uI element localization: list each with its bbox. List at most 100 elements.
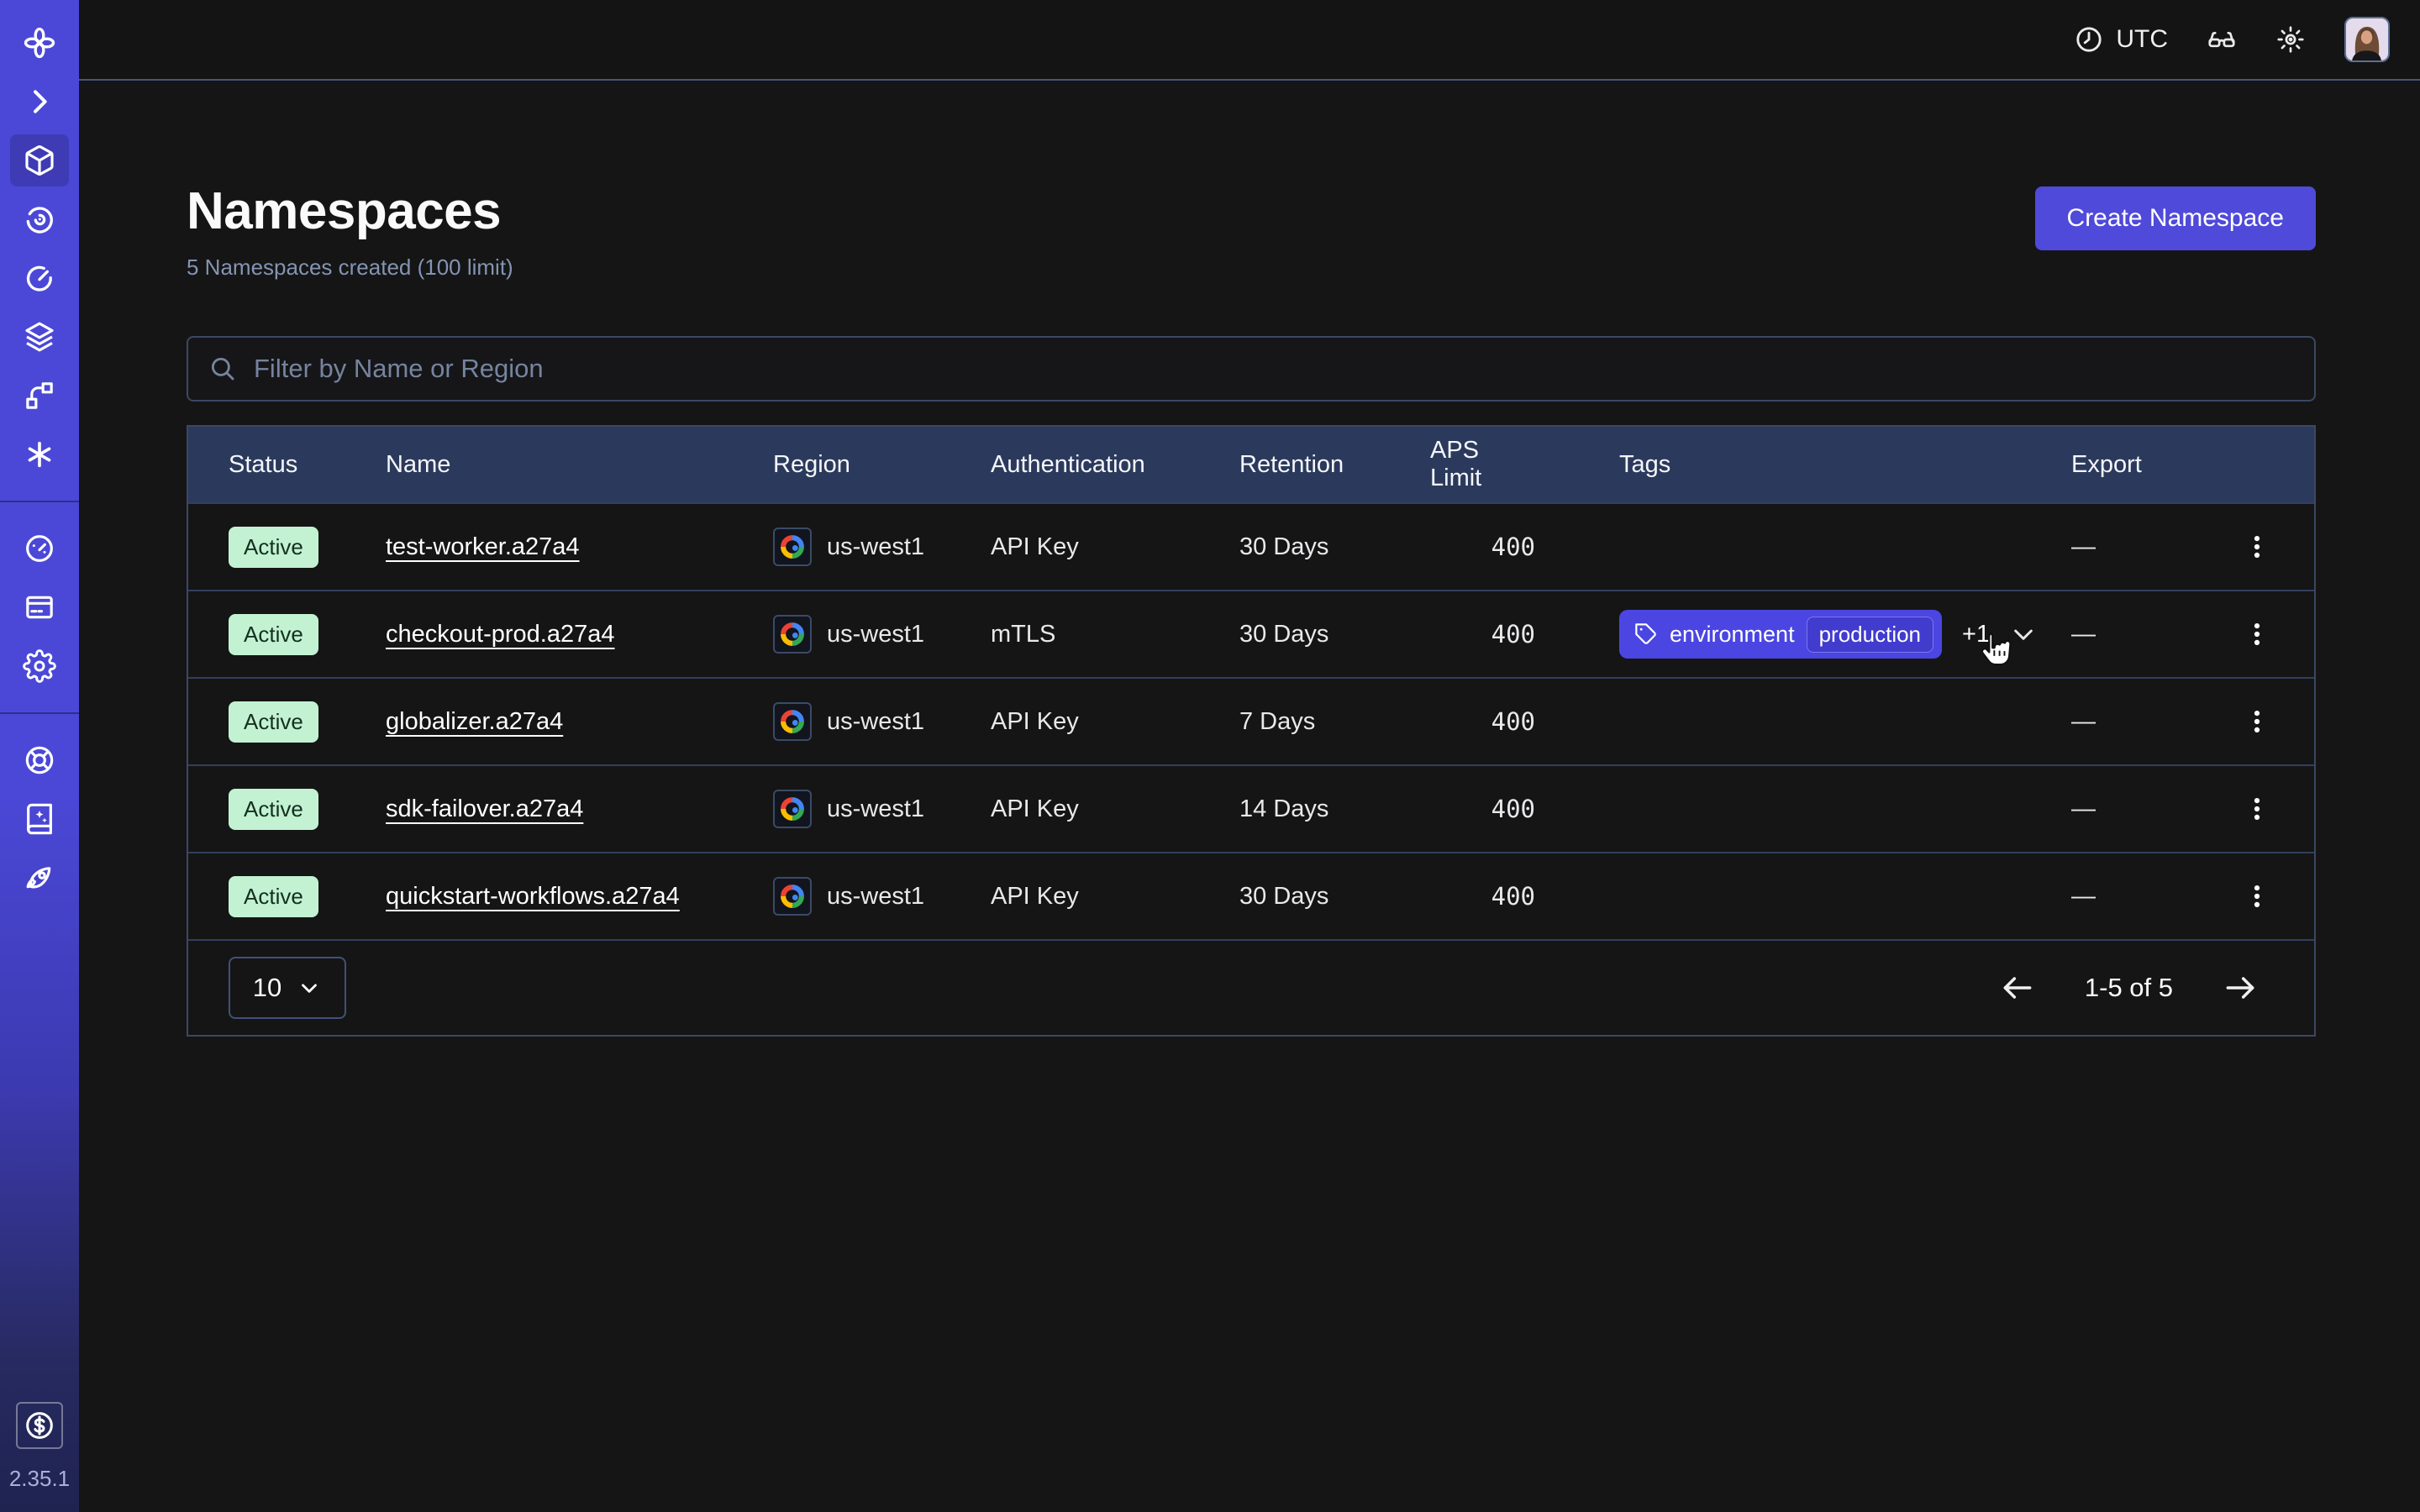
namespace-link[interactable]: sdk-failover.a27a4 [386,795,583,822]
export-cell: — [2071,795,2197,823]
retention-cell: 30 Days [1239,533,1430,561]
cube-icon [23,144,56,177]
col-name: Name [386,451,773,479]
clock-icon [2074,24,2104,55]
retention-cell: 30 Days [1239,621,1430,648]
sidebar-item-billing[interactable] [10,581,69,633]
namespaces-table: Status Name Region Authentication Retent… [187,425,2316,1037]
sidebar-item-support[interactable] [10,734,69,786]
gcp-icon [773,702,812,741]
search-icon [208,354,237,383]
col-tags: Tags [1619,451,2071,479]
sidebar-item-settings[interactable] [10,640,69,692]
region-label: us-west1 [827,708,924,736]
tags-expand-button[interactable] [2010,621,2037,648]
row-menu-button[interactable] [2243,620,2271,648]
glasses-icon [2207,24,2237,55]
gcp-icon [773,528,812,566]
sidebar-item-deployments[interactable] [10,311,69,363]
table-row: Active globalizer.a27a4 us-west1 API Key… [188,677,2314,764]
tag-key: environment [1670,622,1795,648]
auth-cell: API Key [991,533,1239,561]
aps-cell: 400 [1430,620,1535,648]
status-badge: Active [229,789,318,830]
reader-mode-button[interactable] [2207,24,2237,55]
row-menu-button[interactable] [2243,707,2271,736]
asterisk-icon [23,438,56,471]
col-aps-limit: APS Limit [1430,437,1535,492]
status-badge: Active [229,614,318,655]
tag-chip[interactable]: environment production [1619,610,1942,659]
page-size-value: 10 [253,973,281,1003]
sun-icon [2275,24,2306,55]
dollar-badge-icon [23,1409,56,1442]
sidebar-expand-button[interactable] [10,76,69,128]
book-sparkles-icon [23,802,56,836]
namespace-link[interactable]: globalizer.a27a4 [386,708,563,735]
chevron-down-icon [297,975,322,1000]
auth-cell: mTLS [991,621,1239,648]
aps-cell: 400 [1430,707,1535,736]
kebab-icon [2243,533,2271,561]
col-region: Region [773,451,991,479]
theme-toggle-button[interactable] [2275,24,2306,55]
timer-icon [23,261,56,295]
avatar-image [2346,18,2388,60]
export-cell: — [2071,708,2197,736]
filter-box [187,336,2316,402]
chevron-down-icon [2010,621,2037,648]
filter-input[interactable] [252,353,2294,385]
sidebar-item-insights[interactable] [10,193,69,245]
export-cell: — [2071,883,2197,911]
tags-cell: environment production +1 [1619,610,2071,659]
table-footer: 10 1-5 of 5 [188,939,2314,1035]
col-export: Export [2071,451,2197,479]
status-badge: Active [229,527,318,568]
row-menu-button[interactable] [2243,795,2271,823]
swirl-icon [23,202,56,236]
temporal-logo-icon [10,17,69,69]
export-cell: — [2071,533,2197,561]
create-namespace-button[interactable]: Create Namespace [2035,186,2316,250]
page-size-select[interactable]: 10 [229,957,346,1019]
kebab-icon [2243,707,2271,736]
sidebar-item-nexus[interactable] [10,370,69,422]
namespace-link[interactable]: quickstart-workflows.a27a4 [386,883,680,910]
layers-icon [23,320,56,354]
user-avatar[interactable] [2344,17,2390,62]
row-menu-button[interactable] [2243,533,2271,561]
gear-icon [23,649,56,683]
status-badge: Active [229,701,318,743]
prev-page-button[interactable] [1999,969,2036,1006]
next-page-button[interactable] [2222,969,2259,1006]
timezone-selector[interactable]: UTC [2074,24,2168,55]
timezone-label: UTC [2116,25,2168,54]
sidebar-item-usage[interactable] [10,522,69,575]
pricing-button[interactable] [16,1402,63,1449]
tag-icon [1634,622,1658,646]
col-status: Status [229,451,386,479]
table-header: Status Name Region Authentication Retent… [188,427,2314,502]
export-cell: — [2071,621,2197,648]
namespace-link[interactable]: test-worker.a27a4 [386,533,580,560]
gauge-icon [23,532,56,565]
table-row: Active quickstart-workflows.a27a4 us-wes… [188,852,2314,939]
kebab-icon [2243,882,2271,911]
aps-cell: 400 [1430,882,1535,911]
arrow-right-icon [2222,969,2259,1006]
sidebar: 2.35.1 [0,0,79,1512]
branch-icon [23,379,56,412]
sidebar-item-docs[interactable] [10,793,69,845]
namespace-link[interactable]: checkout-prod.a27a4 [386,621,614,648]
sidebar-item-getting-started[interactable] [10,852,69,904]
tag-value: production [1807,617,1933,653]
retention-cell: 14 Days [1239,795,1430,823]
gcp-icon [773,877,812,916]
retention-cell: 7 Days [1239,708,1430,736]
sidebar-item-namespaces[interactable] [10,134,69,186]
sidebar-item-schedules[interactable] [10,252,69,304]
row-menu-button[interactable] [2243,882,2271,911]
sidebar-item-integrations[interactable] [10,428,69,480]
app-version: 2.35.1 [9,1466,70,1492]
sidebar-bottom: 2.35.1 [9,1402,70,1512]
